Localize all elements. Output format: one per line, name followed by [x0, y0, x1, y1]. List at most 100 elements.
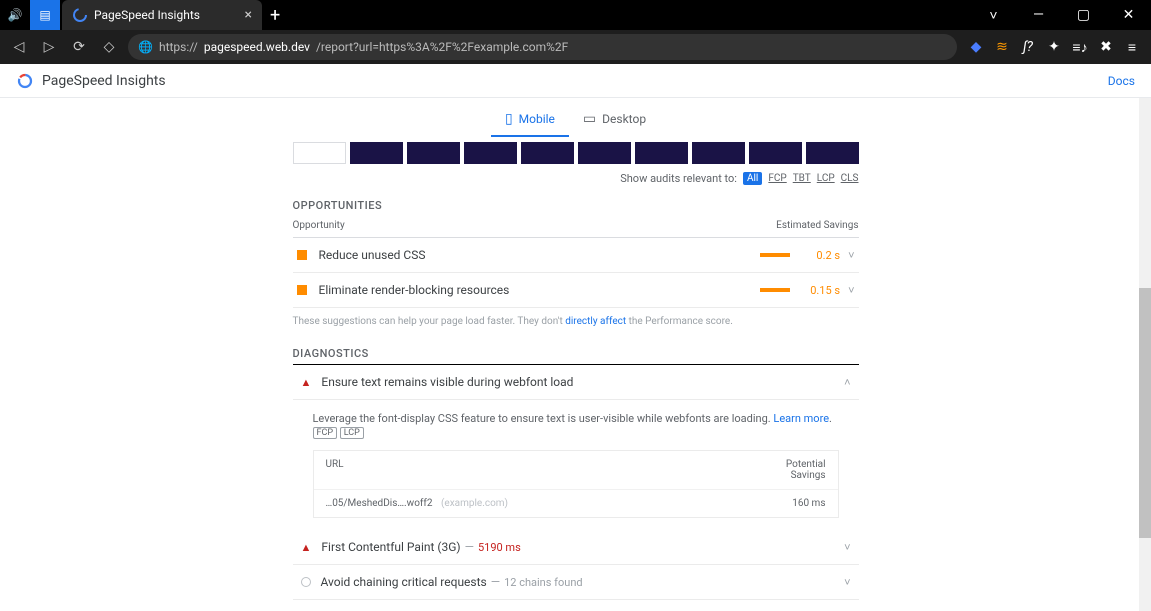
mobile-icon: ▯ [505, 111, 513, 127]
resource-url: …05/MeshedDis….woff2 [326, 498, 433, 509]
list-icon[interactable]: ≡♪ [1069, 36, 1091, 58]
metric-tag-fcp: FCP [313, 427, 338, 439]
filmstrip-frame[interactable] [578, 142, 631, 164]
puzzle-icon[interactable]: ✦ [1043, 36, 1065, 58]
savings-bar [760, 253, 790, 257]
psi-brand[interactable]: PageSpeed Insights [16, 72, 166, 90]
savings-bar [760, 288, 790, 292]
url-scheme: https:// [159, 40, 198, 54]
filmstrip-frame[interactable] [407, 142, 460, 164]
diagnostic-title: First Contentful Paint (3G) [321, 540, 460, 554]
address-bar: ◁ ▷ ⟳ ◇ 🌐 https:// pagespeed.web.dev/repo… [0, 30, 1151, 64]
diagnostic-row[interactable]: Avoid chaining critical requests—12 chai… [293, 565, 859, 600]
rss-icon[interactable]: ≋ [991, 36, 1013, 58]
sound-icon[interactable]: 🔊 [0, 0, 30, 30]
close-icon[interactable]: × [245, 7, 252, 23]
filter-all[interactable]: All [743, 172, 762, 185]
filmstrip-frame[interactable] [464, 142, 517, 164]
filter-cls[interactable]: CLS [841, 173, 859, 184]
filmstrip-frame[interactable] [635, 142, 688, 164]
docs-link[interactable]: Docs [1108, 74, 1135, 88]
back-icon[interactable]: ◁ [8, 39, 30, 55]
tab-desktop-label: Desktop [602, 112, 646, 126]
diagnostic-row[interactable]: ▲ First Contentful Paint (3G)—5190 ms ˅ [293, 530, 859, 565]
note-link[interactable]: directly affect [565, 316, 626, 327]
reload-icon[interactable]: ⟳ [68, 39, 90, 55]
browser-tab-active[interactable]: PageSpeed Insights × [62, 0, 262, 30]
chevron-down-icon: ˅ [844, 541, 850, 554]
opportunities-heading: OPPORTUNITIES [293, 199, 859, 212]
url-host: pagespeed.web.dev [204, 40, 310, 54]
forward-icon[interactable]: ▷ [38, 39, 60, 55]
shield-icon[interactable]: ◆ [965, 36, 987, 58]
filmstrip-frame[interactable] [806, 142, 859, 164]
brand-text: PageSpeed Insights [42, 73, 166, 89]
diagnostic-title: Ensure text remains visible during webfo… [321, 375, 826, 389]
warning-square-icon [297, 250, 307, 260]
col-opportunity: Opportunity [293, 220, 777, 231]
opportunity-row[interactable]: Reduce unused CSS 0.2 s ˅ [293, 238, 859, 273]
triangle-warning-icon: ▲ [301, 541, 312, 554]
tab-mobile-label: Mobile [519, 112, 555, 126]
diagnostic-row-expanded[interactable]: ▲ Ensure text remains visible during web… [293, 365, 859, 400]
diagnostics-heading: DIAGNOSTICS [293, 347, 859, 360]
docs-tab-icon[interactable]: ▤ [30, 0, 60, 30]
chevron-up-icon: ˄ [844, 376, 850, 389]
opportunity-row[interactable]: Eliminate render-blocking resources 0.15… [293, 273, 859, 308]
audits-filter: Show audits relevant to: All FCP TBT LCP… [293, 172, 859, 185]
tab-mobile[interactable]: ▯ Mobile [491, 103, 569, 137]
opportunity-title: Eliminate render-blocking resources [319, 283, 510, 297]
learn-more-link[interactable]: Learn more [773, 412, 829, 425]
opportunities-header-row: Opportunity Estimated Savings [293, 214, 859, 238]
url-path: /report?url=https%3A%2F%2Fexample.com%2F [316, 40, 568, 54]
warning-square-icon [297, 285, 307, 295]
scrollbar-thumb[interactable] [1139, 288, 1151, 538]
psi-favicon [72, 7, 88, 23]
new-tab-button[interactable]: + [262, 5, 288, 26]
filmstrip-frame[interactable] [293, 142, 346, 164]
integral-icon[interactable]: ∫? [1017, 36, 1039, 58]
device-tabs: ▯ Mobile ▭ Desktop [0, 98, 1151, 138]
chevron-down-icon: ˅ [848, 284, 854, 297]
metric-tag-lcp: LCP [340, 427, 364, 439]
minimize-icon[interactable]: — [1016, 0, 1061, 30]
chevron-down-icon: ˅ [848, 249, 854, 262]
col-savings: Estimated Savings [776, 220, 858, 231]
filmstrip-frame[interactable] [350, 142, 403, 164]
filmstrip-frame[interactable] [521, 142, 574, 164]
bookmark-icon[interactable]: ◇ [98, 39, 120, 55]
chevron-down-icon[interactable]: ˅ [971, 0, 1016, 30]
scrollbar-track[interactable] [1139, 98, 1151, 611]
filmstrip-frame[interactable] [692, 142, 745, 164]
col-potential-savings: Potential Savings [766, 459, 826, 481]
globe-icon: 🌐 [138, 40, 153, 54]
url-input[interactable]: 🌐 https:// pagespeed.web.dev/report?url=h… [128, 34, 957, 60]
savings-value: 0.15 s [800, 284, 840, 297]
col-url: URL [326, 459, 766, 481]
browser-tab-strip: 🔊 ▤ PageSpeed Insights × + ˅ — ▢ ✕ [0, 0, 1151, 30]
filter-tbt[interactable]: TBT [793, 173, 811, 184]
window-close-icon[interactable]: ✕ [1106, 0, 1151, 30]
opportunities-note: These suggestions can help your page loa… [293, 316, 859, 327]
circle-icon [301, 577, 311, 587]
menu-icon[interactable]: ≡ [1121, 36, 1143, 58]
tab-title: PageSpeed Insights [94, 8, 239, 22]
cross-icon[interactable]: ✖ [1095, 36, 1117, 58]
filmstrip-frame[interactable] [749, 142, 802, 164]
maximize-icon[interactable]: ▢ [1061, 0, 1106, 30]
diagnostic-sub: 12 chains found [504, 576, 583, 589]
desktop-icon: ▭ [583, 111, 596, 127]
table-row: …05/MeshedDis….woff2 (example.com) 160 m… [314, 489, 838, 517]
tab-desktop[interactable]: ▭ Desktop [569, 103, 660, 137]
diagnostic-row[interactable]: Keep request counts low and transfer siz… [293, 600, 859, 611]
film-strip [293, 142, 859, 164]
filter-fcp[interactable]: FCP [768, 173, 786, 184]
page-header: PageSpeed Insights Docs [0, 64, 1151, 98]
filter-label: Show audits relevant to: [620, 172, 737, 185]
diagnostic-panel: Leverage the font-display CSS feature to… [293, 400, 859, 530]
resource-savings: 160 ms [766, 498, 826, 509]
triangle-warning-icon: ▲ [301, 376, 312, 389]
diagnostic-sub: 5190 ms [478, 541, 521, 554]
filter-lcp[interactable]: LCP [817, 173, 835, 184]
diagnostic-title: Avoid chaining critical requests [321, 575, 487, 589]
